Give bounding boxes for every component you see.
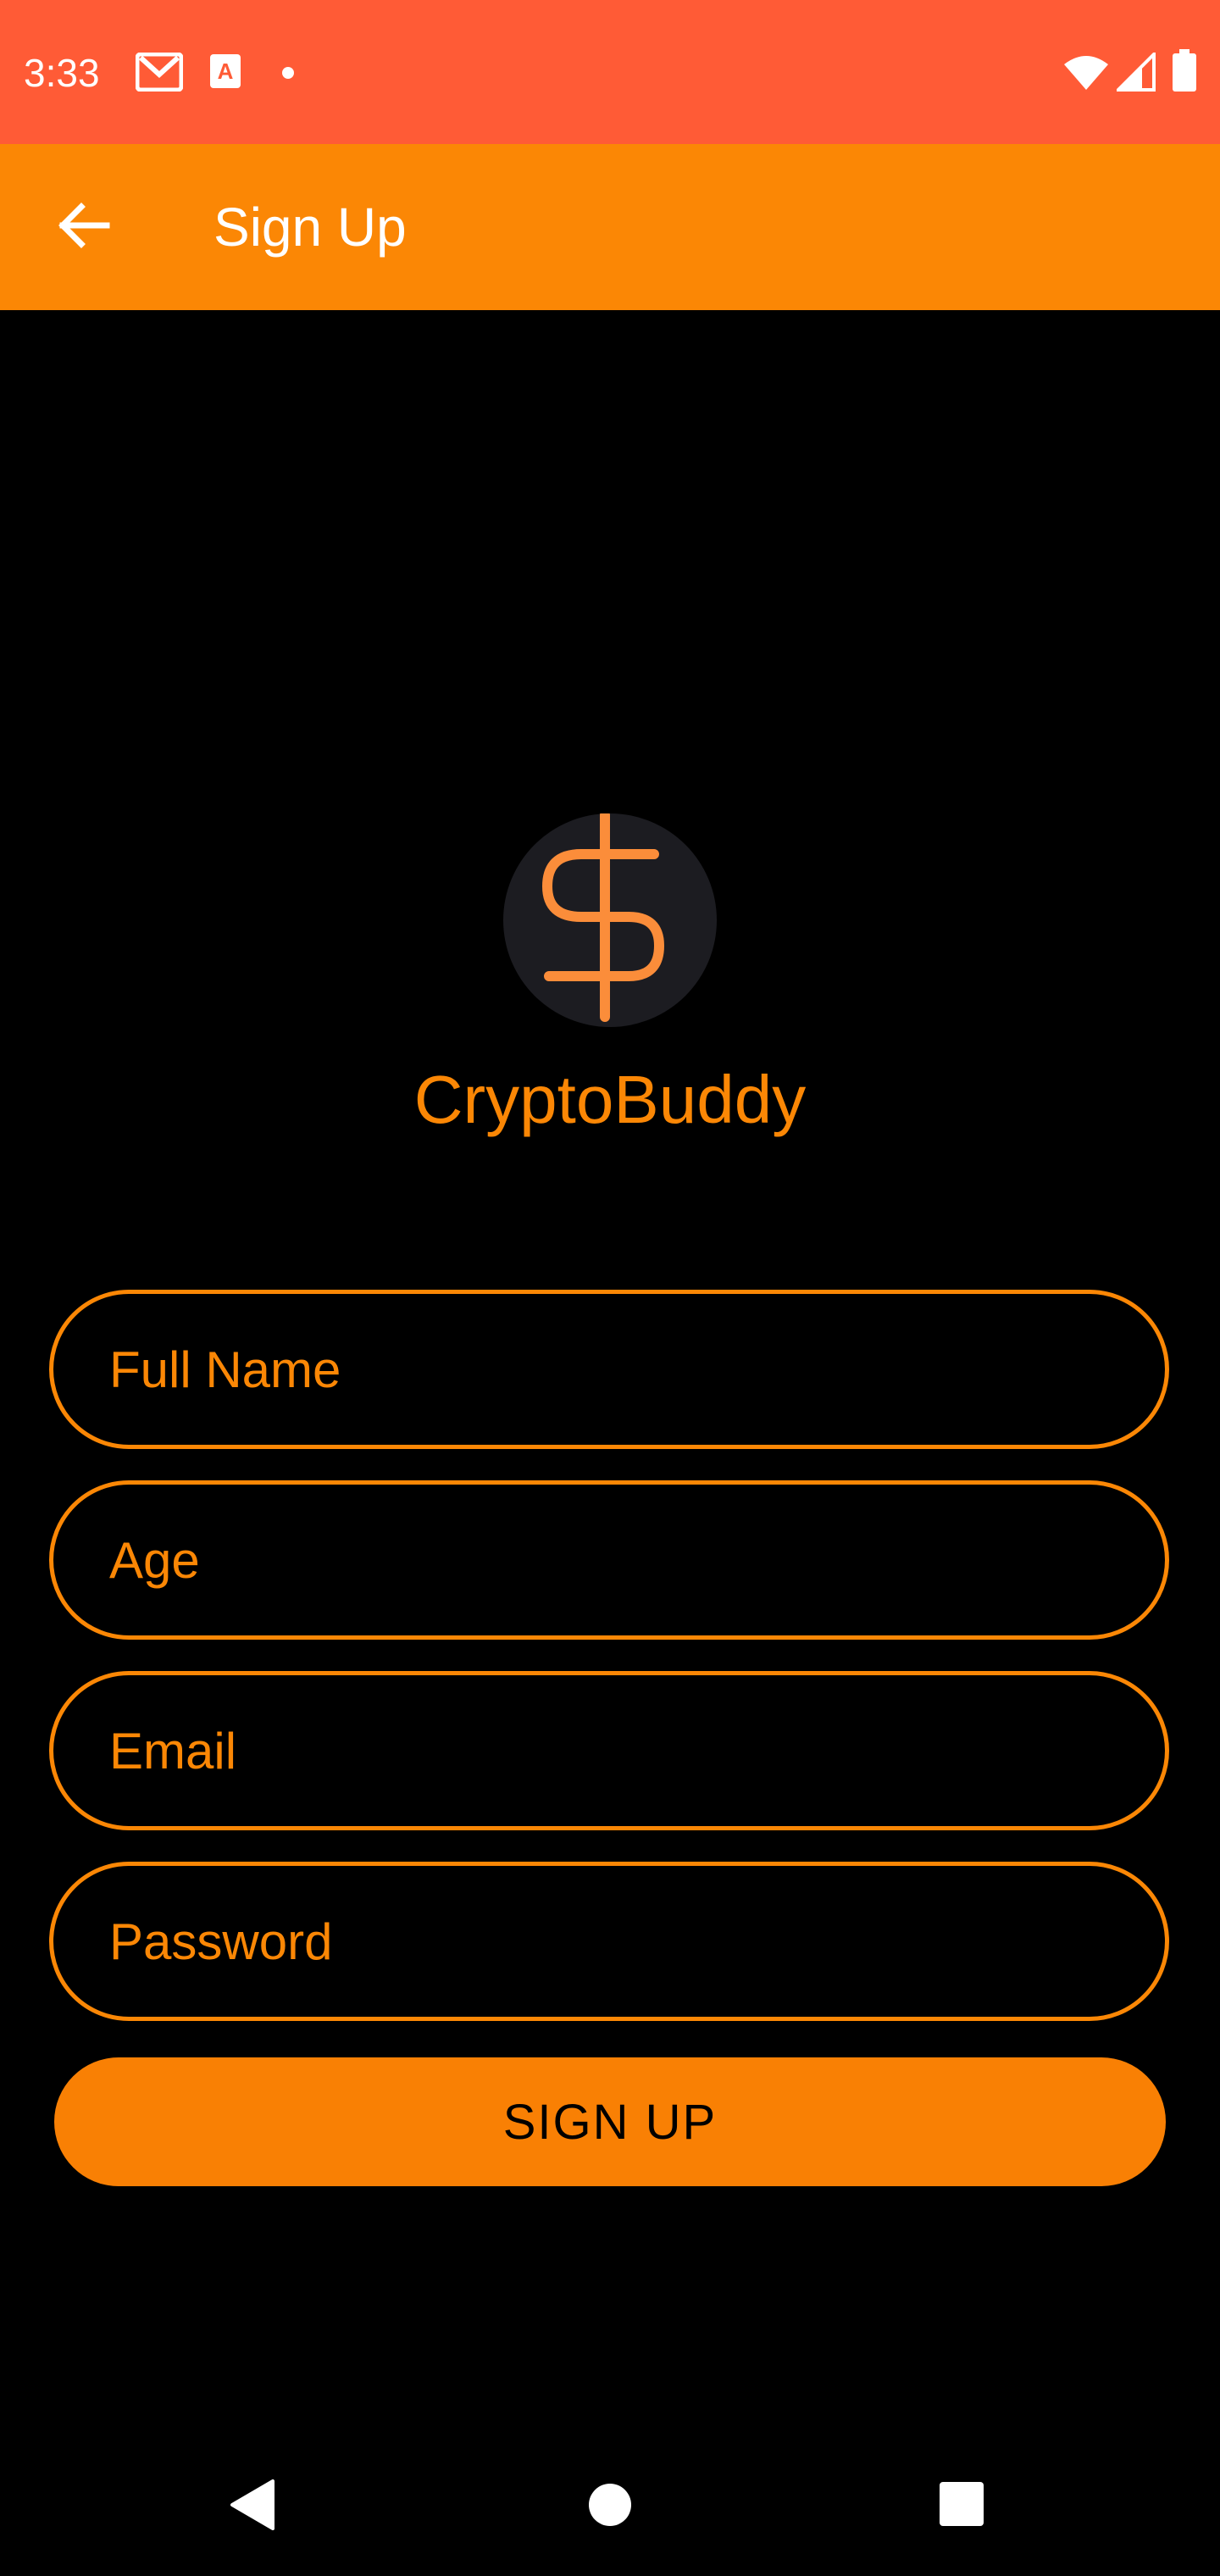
gmail-icon	[135, 52, 184, 96]
password-field-container	[49, 1862, 1169, 2021]
age-field-container	[49, 1480, 1169, 1640]
app-logo	[503, 813, 717, 1027]
text-a-icon: A	[208, 53, 242, 94]
nav-recents-icon[interactable]	[939, 2481, 984, 2531]
sign-up-screen: 3:33 A Sign Up CryptoBuddy Full Name Age…	[0, 0, 1220, 2576]
email-field[interactable]	[109, 1675, 1109, 1826]
dollar-sign-icon	[542, 813, 664, 1022]
svg-text:A: A	[218, 58, 234, 84]
status-bar: 3:33 A	[0, 0, 1220, 144]
email-field-container	[49, 1671, 1169, 1830]
sign-up-button[interactable]: SIGN UP	[54, 2057, 1166, 2186]
nav-home-icon[interactable]	[586, 2481, 634, 2533]
password-field[interactable]	[109, 1866, 1109, 2017]
notification-dot-icon	[281, 66, 295, 84]
status-time: 3:33	[24, 51, 100, 95]
cell-signal-icon	[1114, 50, 1156, 96]
age-field[interactable]	[109, 1485, 1109, 1635]
battery-icon	[1173, 49, 1196, 96]
page-title: Sign Up	[214, 197, 407, 258]
back-button[interactable]	[44, 188, 122, 266]
wifi-icon	[1062, 54, 1110, 96]
system-nav-bar	[0, 2423, 1220, 2576]
app-name: CryptoBuddy	[413, 1062, 807, 1137]
full-name-field-container	[49, 1290, 1169, 1449]
full-name-field[interactable]	[109, 1294, 1109, 1445]
app-bar: Sign Up	[0, 144, 1220, 310]
nav-back-icon[interactable]	[229, 2478, 276, 2536]
arrow-left-icon	[56, 202, 110, 253]
